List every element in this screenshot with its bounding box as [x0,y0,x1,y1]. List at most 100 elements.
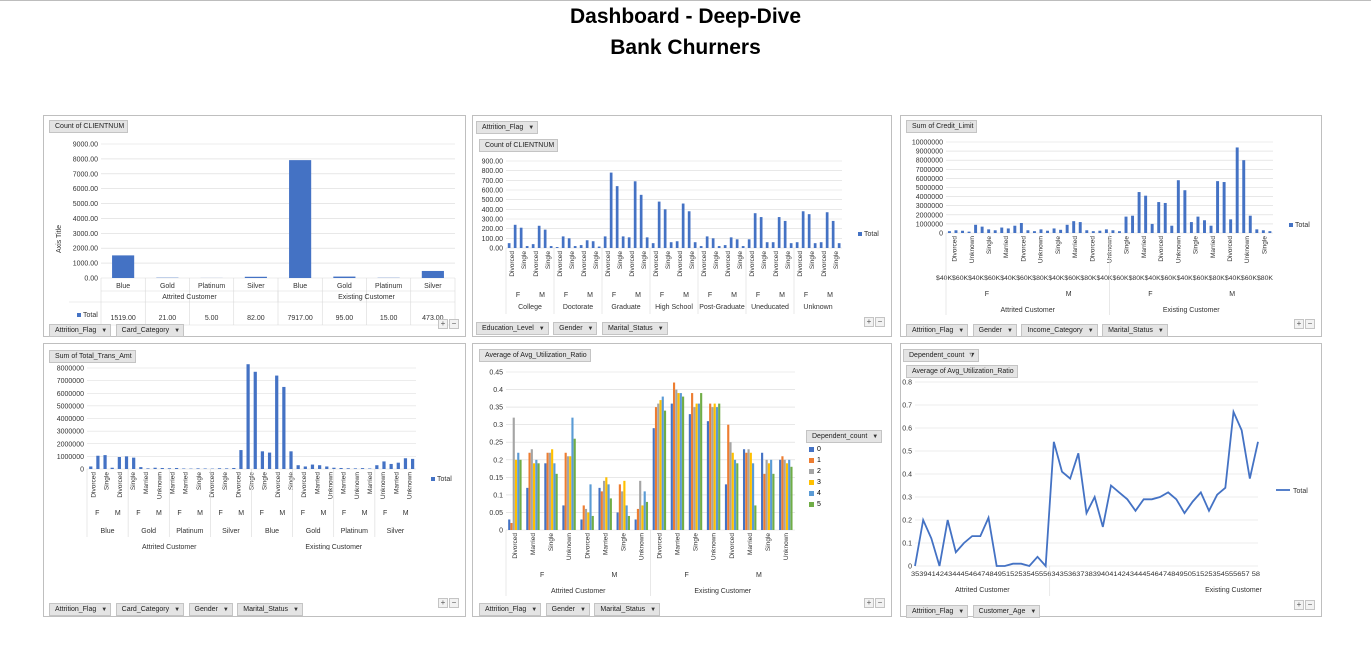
bar [715,407,719,530]
expand-collapse-buttons[interactable]: + − [1293,600,1315,610]
gender-filter[interactable]: Gender ▼ [188,603,233,616]
bar [693,242,697,248]
x-tick-label: Divorced [725,251,732,277]
chart-utilization-by-age: 0.8 0.7 0.6 0.5 0.4 0.3 0.2 0.1 0353941424344454… [902,380,1308,596]
gender-label: F [136,510,140,517]
income-category-filter[interactable]: Income_Category ▼ [1021,324,1098,337]
bar [289,451,293,469]
bar [733,459,737,530]
y-tick-label: 0 [80,467,84,474]
education-label: Graduate [611,304,640,311]
x-tick-label: Single [665,251,672,269]
attrition-flag-filter[interactable]: Attrition_Flag ▼ [49,603,112,616]
bar [519,459,522,530]
gender-label: M [279,510,285,517]
customer-age-filter[interactable]: Customer_Age ▼ [972,605,1041,618]
expand-collapse-buttons[interactable]: + − [863,598,885,608]
bar [1059,229,1063,233]
gender-label: F [708,292,712,299]
bar [713,403,716,530]
x-tick-label: Divorced [301,472,308,498]
bar [561,236,565,248]
bar [1065,224,1069,233]
group-label: Attrited Customer [551,588,606,595]
expand-collapse-buttons[interactable]: + − [863,317,885,327]
x-tick-label: Divorced [584,533,591,559]
card-category-label: Gold [306,528,321,535]
y-tick-label: 7000.00 [73,171,98,178]
card-category-label: Platinum [176,528,203,535]
bar [616,512,619,530]
marital-status-filter[interactable]: Marital_Status ▼ [1102,324,1168,337]
gender-filter[interactable]: Gender ▼ [972,324,1017,337]
bar [600,491,603,530]
gender-label: M [197,510,203,517]
gender-filter[interactable]: Gender ▼ [545,603,590,616]
bar [697,403,700,530]
bar [1150,223,1154,233]
bar [507,243,511,248]
bar [1163,202,1167,233]
x-tick-label: Single [249,472,256,490]
legend-item: 1 [809,455,821,466]
bar [687,211,691,248]
y-tick-label: 5000.00 [73,201,98,208]
bar [375,465,379,469]
bar [566,456,570,530]
marital-status-filter[interactable]: Marital_Status ▼ [594,603,661,616]
bar [353,468,357,469]
bar [519,227,523,248]
attrition-flag-filter[interactable]: Attrition_Flag ▼ [49,324,112,337]
bar [553,463,556,530]
attrition-flag-filter[interactable]: Attrition_Flag ▼ [906,605,969,618]
x-tick-label: Divorced [533,251,540,277]
marital-status-filter[interactable]: Marital_Status ▼ [601,322,668,335]
attrition-flag-page-filter[interactable]: Attrition_Flag ▼ [476,121,539,134]
y-tick-label: 600.00 [482,188,504,195]
marital-status-filter[interactable]: Marital_Status ▼ [237,603,303,616]
y-tick-label: 0.45 [489,370,503,377]
x-tick-label: Single [104,472,111,490]
x-tick-label: Divorced [749,251,756,277]
bar [759,217,763,248]
card-category-filter[interactable]: Card_Category ▼ [115,324,185,337]
filter-bar: Attrition_Flag ▼ Card_Category ▼ Gender ▼ M… [49,598,303,616]
expand-collapse-buttons[interactable]: + − [437,319,459,329]
x-tick-label: Married [1210,236,1217,258]
value-field-chip[interactable]: Average of Avg_Utilization_Ratio [906,365,1018,378]
attrition-flag-filter[interactable]: Attrition_Flag ▼ [479,603,542,616]
x-tick-label: Unknown [380,472,387,499]
bar [282,386,286,469]
bar [525,246,529,248]
gender-filter[interactable]: Gender ▼ [553,322,598,335]
bar [239,450,243,469]
bar [535,459,538,530]
dependent-count-legend-filter[interactable]: Dependent_count ▼ [806,430,883,443]
gender-label: F [383,510,387,517]
bar [153,467,157,469]
bar [682,396,685,530]
x-tick-label: Divorced [1227,236,1234,262]
expand-collapse-buttons[interactable]: + − [1293,319,1315,329]
bar [167,468,172,469]
expand-collapse-buttons[interactable]: + − [437,598,459,608]
attrition-flag-filter[interactable]: Attrition_Flag ▼ [906,324,969,337]
education-level-filter[interactable]: Education_Level ▼ [476,322,549,335]
dependent-count-page-filter[interactable]: Dependent_count ⧩ [903,349,979,362]
x-tick-label: Single [545,251,552,269]
card-category-filter[interactable]: Card_Category ▼ [115,603,185,616]
card-category-label: Blue [265,528,279,535]
legend-label: 1 [817,457,821,464]
gender-label: M [115,510,121,517]
gender-label: M [756,572,762,579]
x-tick-label: Single [1193,236,1200,254]
bar [675,241,679,248]
bar [633,181,637,248]
bar [711,407,714,530]
bar [753,213,757,248]
gender-label: M [611,572,617,579]
expand-icon: + [864,317,874,327]
collapse-icon: − [449,598,459,608]
education-label: Uneducated [751,304,789,311]
x-tick-label: Silver [247,283,265,290]
